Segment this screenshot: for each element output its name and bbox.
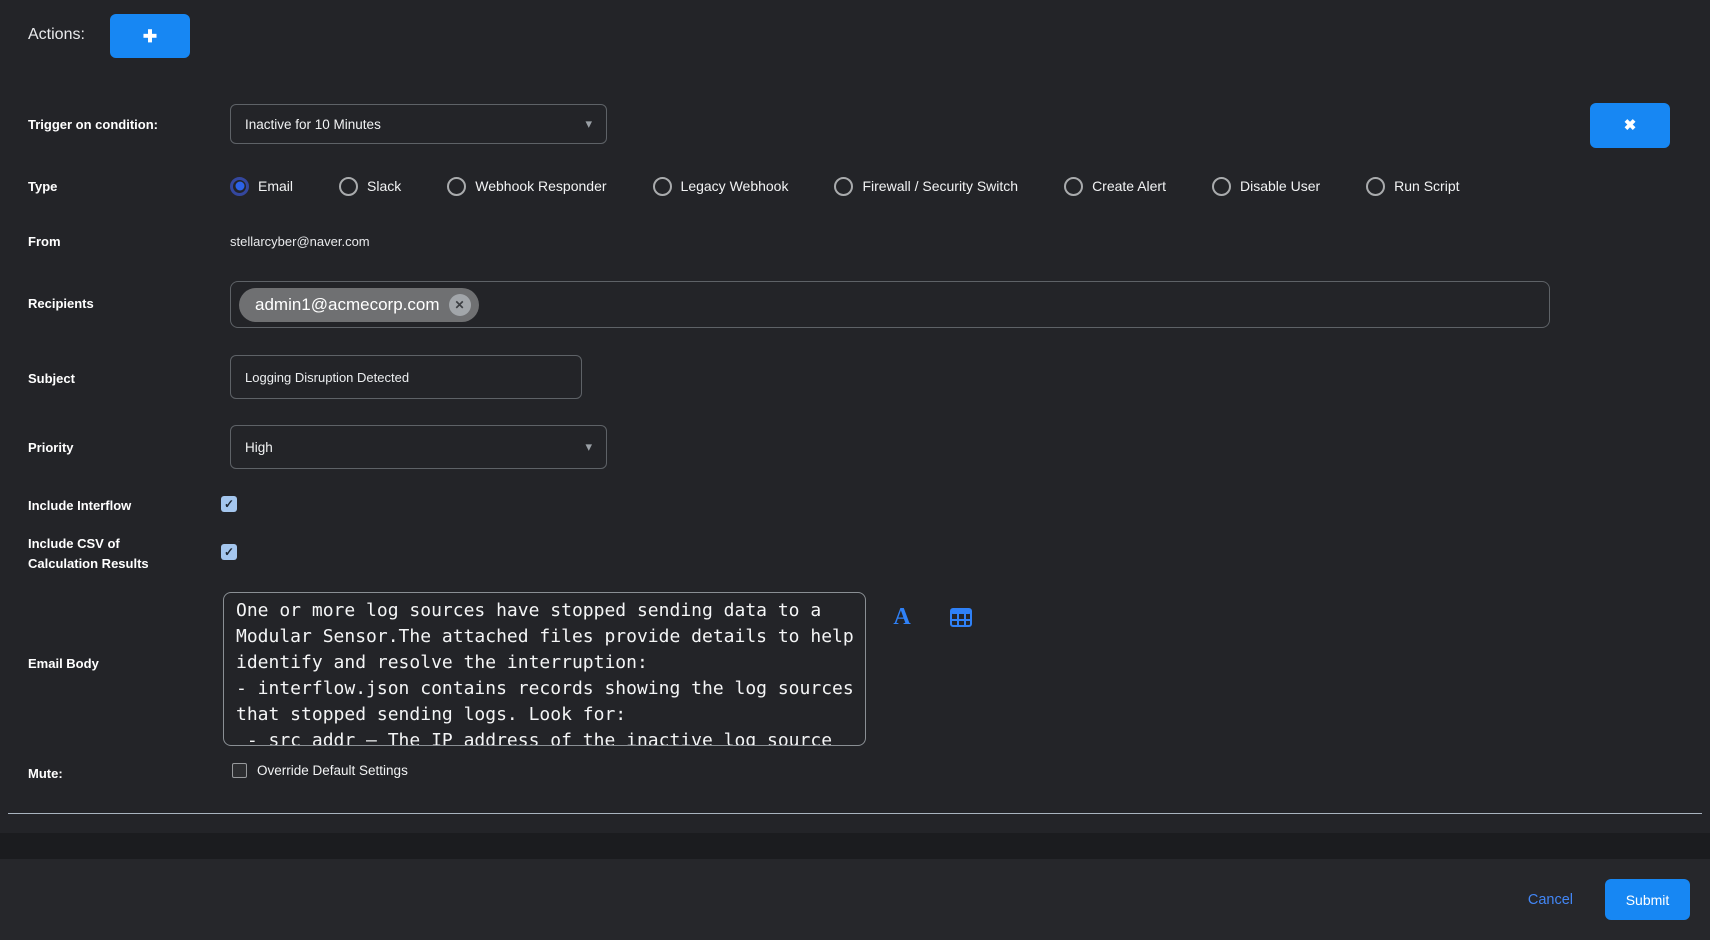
email-body-text: One or more log sources have stopped sen… bbox=[236, 598, 853, 746]
plus-icon: ✚ bbox=[143, 28, 157, 45]
include-interflow-checkbox[interactable]: ✓ bbox=[221, 496, 237, 512]
radio-icon bbox=[1064, 177, 1083, 196]
check-icon: ✓ bbox=[224, 498, 234, 510]
from-label: From bbox=[28, 234, 61, 250]
radio-option-firewall-security-switch[interactable]: Firewall / Security Switch bbox=[834, 177, 1018, 196]
radio-selected-icon bbox=[230, 177, 249, 196]
recipients-input[interactable]: admin1@acmecorp.com ✕ bbox=[230, 281, 1550, 328]
radio-icon bbox=[1366, 177, 1385, 196]
radio-icon bbox=[653, 177, 672, 196]
action-config-form: Actions: ✚ Trigger on condition: Inactiv… bbox=[0, 0, 1710, 940]
override-default-settings-label: Override Default Settings bbox=[257, 763, 408, 778]
radio-option-disable-user[interactable]: Disable User bbox=[1212, 177, 1320, 196]
radio-option-email[interactable]: Email bbox=[230, 177, 293, 196]
check-icon: ✓ bbox=[224, 546, 234, 558]
remove-action-button[interactable]: ✖ bbox=[1590, 103, 1670, 148]
recipient-email: admin1@acmecorp.com bbox=[255, 295, 440, 315]
radio-icon bbox=[834, 177, 853, 196]
priority-label: Priority bbox=[28, 440, 74, 456]
radio-option-slack[interactable]: Slack bbox=[339, 177, 401, 196]
add-action-button[interactable]: ✚ bbox=[110, 14, 190, 58]
radio-icon bbox=[1212, 177, 1231, 196]
radio-option-legacy-webhook[interactable]: Legacy Webhook bbox=[653, 177, 789, 196]
cancel-button[interactable]: Cancel bbox=[1528, 892, 1573, 908]
subject-input[interactable] bbox=[230, 355, 582, 399]
recipient-chip: admin1@acmecorp.com ✕ bbox=[239, 288, 479, 322]
priority-select[interactable]: High ▾ bbox=[230, 425, 607, 469]
footer-spacer bbox=[0, 833, 1710, 859]
mute-row: Override Default Settings bbox=[232, 763, 408, 778]
actions-label: Actions: bbox=[28, 26, 85, 44]
footer-bar: Cancel Submit bbox=[0, 859, 1710, 940]
radio-icon bbox=[447, 177, 466, 196]
radio-option-webhook-responder[interactable]: Webhook Responder bbox=[447, 177, 606, 196]
table-icon bbox=[950, 608, 972, 627]
trigger-condition-select[interactable]: Inactive for 10 Minutes ▾ bbox=[230, 104, 607, 144]
include-csv-checkbox[interactable]: ✓ bbox=[221, 544, 237, 560]
email-body-label: Email Body bbox=[28, 656, 99, 672]
divider bbox=[8, 813, 1702, 814]
type-label: Type bbox=[28, 179, 57, 195]
recipients-label: Recipients bbox=[28, 296, 94, 312]
mute-label: Mute: bbox=[28, 766, 63, 782]
chevron-down-icon: ▾ bbox=[585, 116, 592, 132]
override-default-settings-checkbox[interactable] bbox=[232, 763, 247, 778]
insert-table-button[interactable] bbox=[948, 605, 974, 629]
trigger-condition-label: Trigger on condition: bbox=[28, 117, 158, 133]
from-value: stellarcyber@naver.com bbox=[230, 234, 370, 249]
trigger-condition-value: Inactive for 10 Minutes bbox=[245, 117, 585, 132]
priority-value: High bbox=[245, 440, 585, 455]
submit-button[interactable]: Submit bbox=[1605, 879, 1690, 920]
subject-label: Subject bbox=[28, 371, 75, 387]
radio-option-run-script[interactable]: Run Script bbox=[1366, 177, 1459, 196]
type-radio-group: Email Slack Webhook Responder Legacy Web… bbox=[230, 175, 1460, 197]
include-csv-label: Include CSV of Calculation Results bbox=[28, 536, 198, 572]
chevron-down-icon: ▾ bbox=[585, 439, 592, 455]
close-icon: ✖ bbox=[1624, 118, 1637, 133]
font-color-icon: A bbox=[893, 605, 910, 629]
include-interflow-label: Include Interflow bbox=[28, 498, 131, 514]
remove-recipient-icon[interactable]: ✕ bbox=[449, 294, 471, 316]
email-body-textarea[interactable]: One or more log sources have stopped sen… bbox=[223, 592, 866, 746]
font-color-button[interactable]: A bbox=[888, 603, 916, 631]
radio-option-create-alert[interactable]: Create Alert bbox=[1064, 177, 1166, 196]
radio-icon bbox=[339, 177, 358, 196]
